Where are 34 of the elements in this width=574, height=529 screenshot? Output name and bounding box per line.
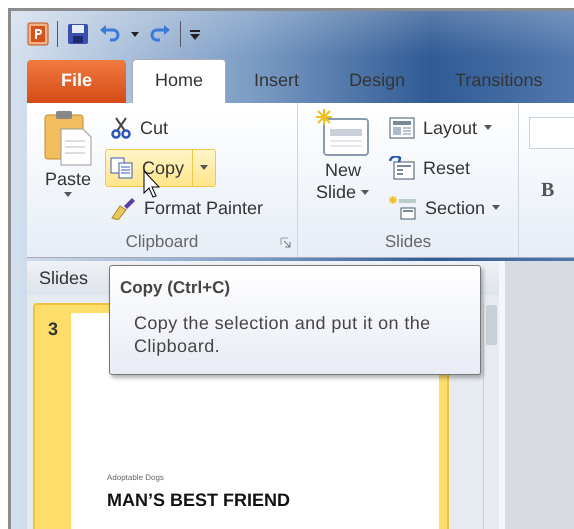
scissors-icon <box>110 117 132 139</box>
app-logo-icon <box>27 22 49 46</box>
new-slide-icon <box>316 109 370 159</box>
ribbon-command[interactable]: Cut <box>105 109 174 147</box>
ribbon-command[interactable]: Section <box>384 189 506 227</box>
slide-subtitle: Adoptable Dogs <box>107 473 165 482</box>
font-field[interactable] <box>529 117 574 149</box>
ribbon-tab[interactable]: Home <box>132 59 226 103</box>
new-slide-button[interactable]: New Slide <box>308 109 378 227</box>
slide-number: 3 <box>46 318 59 341</box>
copy-icon <box>110 157 134 179</box>
paintbrush-icon <box>110 196 136 220</box>
tooltip-title: Copy (Ctrl+C) <box>120 278 232 298</box>
scrollbar[interactable] <box>483 303 499 529</box>
save-icon[interactable] <box>66 22 90 46</box>
slide-title: MAN’S BEST FRIEND <box>107 490 292 511</box>
customize-menu-icon[interactable] <box>189 27 201 41</box>
ribbon-command[interactable]: Format Painter <box>105 189 268 227</box>
clipboard-icon <box>43 109 93 167</box>
pane-tab[interactable]: Slides <box>39 268 88 288</box>
ribbon-tab[interactable]: Insert <box>232 60 322 103</box>
layout-icon <box>389 117 415 139</box>
paste-button[interactable]: Paste <box>37 109 99 227</box>
ribbon-command[interactable]: Reset <box>384 149 476 187</box>
bold-button[interactable]: B <box>529 179 574 202</box>
group-label: Slides <box>384 232 432 252</box>
caret-icon[interactable] <box>130 30 140 38</box>
tooltip-text: Copy the selection and put it on the Clipboard. <box>133 312 432 357</box>
section-icon <box>389 196 417 220</box>
group-label: Clipboard <box>126 232 198 252</box>
dialog-launcher-icon[interactable] <box>280 237 291 248</box>
ribbon-command[interactable]: Copy <box>105 149 216 187</box>
ribbon-command[interactable]: Layout <box>384 109 498 147</box>
reset-icon <box>389 156 415 180</box>
